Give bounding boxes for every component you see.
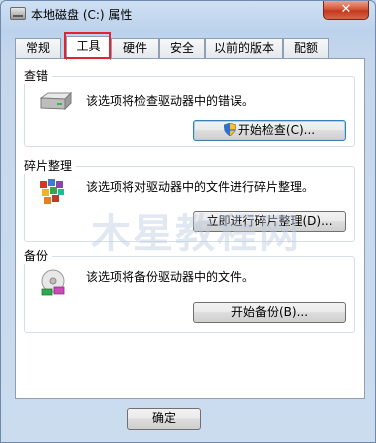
backup-group: 备份 该选项将备份驱动器中的文件。 开始备份(B)... (24, 247, 355, 333)
tab-hardware[interactable]: 硬件 (111, 38, 159, 59)
defrag-description: 该选项将对驱动器中的文件进行碎片整理。 (86, 180, 315, 194)
window-title: 本地磁盘 (C:) 属性 (31, 8, 133, 22)
tab-tools[interactable]: 工具 (66, 36, 111, 60)
start-backup-button[interactable]: 开始备份(B)... (193, 302, 346, 323)
defrag-icon (40, 179, 64, 204)
backup-icon (41, 269, 65, 296)
defrag-title: 碎片整理 (24, 157, 77, 174)
backup-title: 备份 (24, 247, 53, 264)
drive-icon (39, 91, 72, 111)
properties-window: 本地磁盘 (C:) 属性 ✕ 常规 工具 硬件 安全 以前的版本 配额 查错 该… (0, 0, 376, 443)
tab-general[interactable]: 常规 (15, 38, 61, 59)
tab-security[interactable]: 安全 (159, 38, 205, 59)
shield-icon (223, 123, 236, 136)
ok-button[interactable]: 确定 (127, 408, 201, 430)
tab-previous-versions[interactable]: 以前的版本 (205, 38, 283, 59)
start-check-label: 开始检查(C)... (237, 123, 316, 137)
defrag-group: 碎片整理 该选项将对驱动器中的文件进行碎片整理。 立即进行碎片整理(D)... (24, 157, 355, 242)
error-check-title: 查错 (24, 67, 53, 84)
start-check-button[interactable]: 开始检查(C)... (193, 120, 346, 141)
tab-strip: 常规 工具 硬件 安全 以前的版本 配额 (15, 36, 365, 60)
close-button[interactable]: ✕ (323, 1, 369, 20)
tab-quota[interactable]: 配额 (283, 38, 329, 59)
error-check-description: 该选项将检查驱动器中的错误。 (86, 94, 255, 108)
drive-title-icon (10, 7, 26, 20)
error-check-group: 查错 该选项将检查驱动器中的错误。 开始检查(C)... (24, 67, 355, 147)
backup-description: 该选项将备份驱动器中的文件。 (86, 270, 255, 284)
tools-panel: 查错 该选项将检查驱动器中的错误。 开始检查(C)... 碎片整理 该选项将对驱… (15, 58, 365, 399)
defrag-now-button[interactable]: 立即进行碎片整理(D)... (193, 211, 346, 232)
